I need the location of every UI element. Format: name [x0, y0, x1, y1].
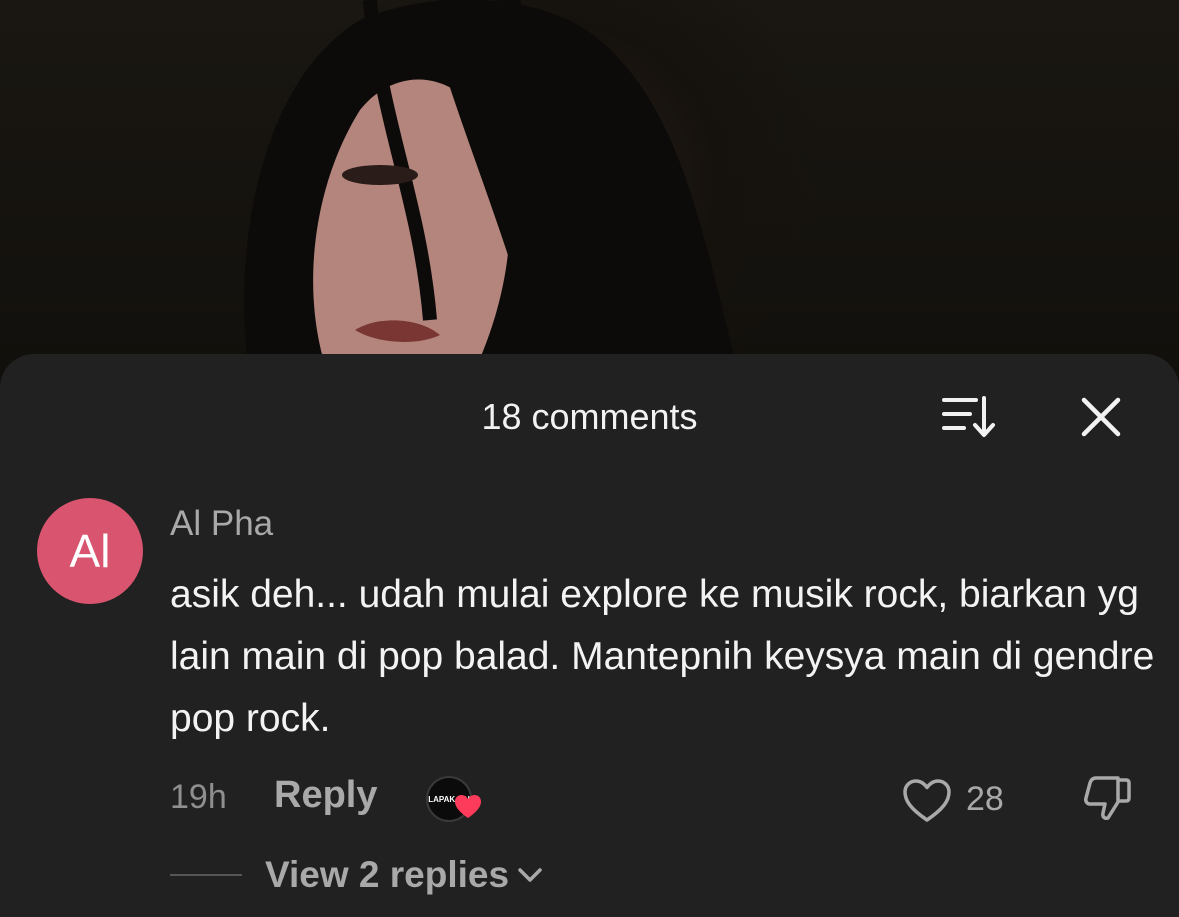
view-replies-label: View 2 replies	[265, 854, 510, 895]
background-photo	[0, 0, 1179, 380]
heart-filled-icon	[455, 795, 481, 818]
view-replies-button[interactable]: View 2 replies	[265, 854, 543, 896]
comment-item: Al Al Pha asik deh... udah mulai explore…	[0, 354, 1179, 917]
replies-divider	[170, 874, 242, 876]
heart-outline-icon[interactable]	[902, 778, 952, 824]
like-count: 28	[966, 780, 1004, 818]
chevron-down-icon	[518, 868, 542, 882]
thumbs-down-icon[interactable]	[1082, 774, 1132, 824]
comment-text: asik deh... udah mulai explore ke musik …	[170, 573, 1155, 740]
screen: 18 comments Al Al Pha asik deh... udah m…	[0, 0, 1179, 917]
comment-timestamp: 19h	[170, 778, 227, 816]
comment-username[interactable]: Al Pha	[170, 504, 273, 544]
creator-liked-badge: LAPAK MU	[426, 774, 486, 824]
reply-button[interactable]: Reply	[274, 774, 377, 817]
avatar[interactable]: Al	[37, 498, 143, 604]
